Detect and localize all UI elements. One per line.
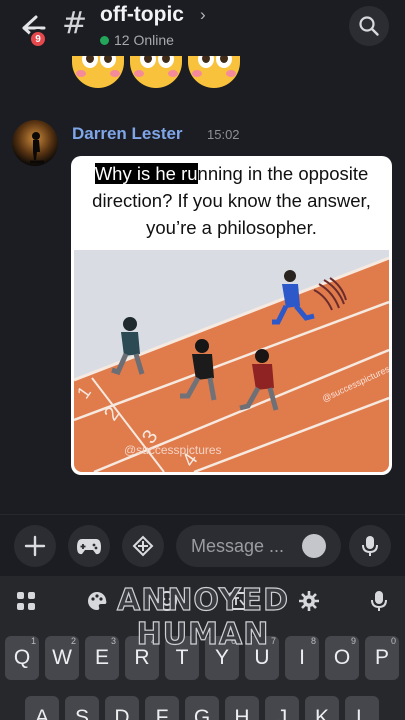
key-number-hint: 9 bbox=[350, 636, 356, 646]
key-label: F bbox=[155, 706, 169, 720]
message-input-placeholder: Message ... bbox=[191, 536, 285, 556]
key-f[interactable]: F bbox=[145, 696, 179, 720]
running-track-illustration-svg: 1 2 3 4 @successpictures @successpicture… bbox=[74, 256, 389, 472]
chevron-right-icon[interactable]: › bbox=[200, 5, 206, 25]
running-track-illustration: 1 2 3 4 @successpictures @successpicture… bbox=[74, 250, 389, 472]
key-g[interactable]: G bbox=[185, 696, 219, 720]
key-label: J bbox=[276, 706, 288, 720]
watermark-center: @successpictures bbox=[124, 443, 222, 457]
caption-highlight: Why is he ru bbox=[94, 163, 198, 184]
key-k[interactable]: K bbox=[305, 696, 339, 720]
voice-message-button[interactable] bbox=[349, 525, 391, 567]
key-label: P bbox=[374, 646, 389, 669]
key-label: L bbox=[356, 706, 368, 720]
annoyed-human-watermark: ANNOYED HUMAN bbox=[108, 583, 298, 652]
key-number-hint: 0 bbox=[390, 636, 396, 646]
keyboard-voice-input-icon[interactable] bbox=[366, 588, 392, 614]
key-label: W bbox=[52, 646, 72, 669]
key-l[interactable]: L bbox=[345, 696, 379, 720]
key-number-hint: 1 bbox=[30, 636, 36, 646]
plus-icon bbox=[24, 535, 46, 557]
nitro-sparkle-icon bbox=[132, 535, 154, 557]
search-button[interactable] bbox=[349, 6, 389, 46]
key-j[interactable]: J bbox=[265, 696, 299, 720]
key-label: S bbox=[74, 706, 89, 720]
meme-caption: Why is he running in the opposite direct… bbox=[71, 160, 392, 241]
channel-title[interactable]: off-topic bbox=[100, 3, 184, 27]
search-icon bbox=[359, 16, 379, 36]
key-h[interactable]: H bbox=[225, 696, 259, 720]
keyboard-theme-palette-icon[interactable] bbox=[84, 588, 110, 614]
message-author[interactable]: Darren Lester bbox=[72, 124, 183, 144]
watermark-line-1: ANNOYED bbox=[116, 583, 289, 618]
key-label: A bbox=[34, 706, 49, 720]
key-label: I bbox=[299, 646, 305, 669]
key-number-hint: 8 bbox=[310, 636, 316, 646]
gift-nitro-button[interactable] bbox=[122, 525, 164, 567]
key-o[interactable]: O9 bbox=[325, 636, 359, 680]
online-count: 12 Online bbox=[114, 32, 174, 48]
pleading-face-emoji bbox=[188, 56, 240, 88]
pleading-face-emoji bbox=[130, 56, 182, 88]
pleading-face-emoji bbox=[72, 56, 124, 88]
unread-badge: 9 bbox=[28, 29, 48, 49]
key-label: O bbox=[333, 646, 351, 669]
channel-header: 9 # off-topic › 12 Online bbox=[0, 0, 405, 56]
key-label: D bbox=[114, 706, 130, 720]
message-list[interactable]: Darren Lester 15:02 Why is he running in… bbox=[0, 56, 405, 514]
activities-button[interactable] bbox=[68, 525, 110, 567]
avatar[interactable] bbox=[12, 120, 58, 166]
keyboard-settings-gear-icon[interactable] bbox=[296, 588, 322, 614]
key-label: H bbox=[234, 706, 250, 720]
avatar-silhouette-icon bbox=[30, 132, 44, 164]
online-status: 12 Online bbox=[100, 32, 174, 48]
channel-hash-icon: # bbox=[62, 6, 88, 41]
key-p[interactable]: P0 bbox=[365, 636, 399, 680]
message-composer: Message ... bbox=[0, 514, 405, 576]
meme-image-attachment[interactable]: Why is he running in the opposite direct… bbox=[71, 156, 392, 475]
key-w[interactable]: W2 bbox=[45, 636, 79, 680]
key-label: E bbox=[94, 646, 109, 669]
emoji-picker-icon[interactable] bbox=[302, 534, 326, 558]
key-a[interactable]: A bbox=[25, 696, 59, 720]
add-attachment-button[interactable] bbox=[14, 525, 56, 567]
gamepad-icon bbox=[77, 539, 101, 555]
key-number-hint: 2 bbox=[70, 636, 76, 646]
previous-message-emojis bbox=[72, 56, 240, 88]
online-dot-icon bbox=[100, 35, 109, 45]
key-label: G bbox=[193, 706, 211, 720]
key-label: K bbox=[314, 706, 329, 720]
message-timestamp: 15:02 bbox=[207, 127, 240, 142]
message-input[interactable]: Message ... bbox=[176, 525, 341, 567]
keyboard-apps-icon[interactable] bbox=[13, 588, 39, 614]
watermark-line-2: HUMAN bbox=[136, 617, 270, 652]
key-d[interactable]: D bbox=[105, 696, 139, 720]
key-label: Q bbox=[13, 646, 31, 669]
microphone-icon bbox=[362, 536, 378, 556]
key-s[interactable]: S bbox=[65, 696, 99, 720]
key-q[interactable]: Q1 bbox=[5, 636, 39, 680]
